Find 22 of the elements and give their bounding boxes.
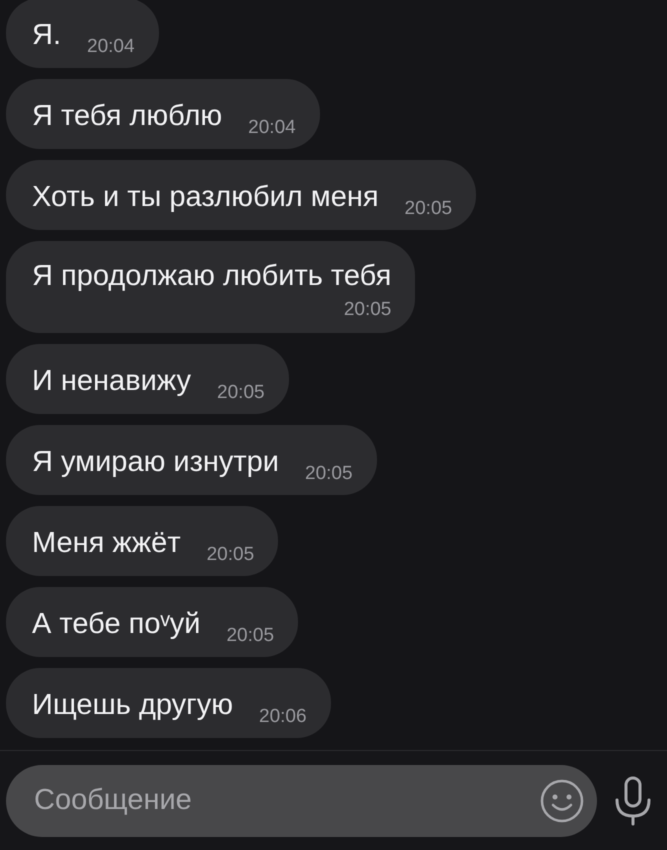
- message-input[interactable]: Сообщение: [32, 783, 539, 818]
- message-time: 20:05: [217, 382, 265, 404]
- message-text: Я умираю изнутри: [32, 445, 279, 479]
- message-text: Я.: [32, 18, 61, 52]
- message-text: А тебе поᵛуй: [32, 607, 200, 641]
- message-text: Хоть и ты разлюбил меня: [32, 180, 379, 214]
- message-text: Ищешь другую: [32, 688, 233, 722]
- message-time: 20:05: [305, 463, 353, 485]
- message-time: 20:06: [259, 706, 307, 728]
- message-time: 20:05: [404, 198, 452, 220]
- message-time: 20:05: [344, 299, 392, 321]
- message-time: 20:04: [248, 117, 296, 139]
- message-time: 20:05: [226, 625, 274, 647]
- microphone-icon[interactable]: [613, 776, 653, 826]
- message-field[interactable]: Сообщение: [6, 764, 597, 836]
- message-text: Я продолжаю любить тебя: [32, 259, 392, 293]
- message-text: Я тебя люблю: [32, 99, 222, 133]
- message-time: 20:05: [206, 544, 254, 566]
- emoji-icon[interactable]: [539, 778, 585, 824]
- message-time: 20:04: [87, 36, 135, 58]
- message-text: Меня жжёт: [32, 526, 181, 560]
- message-text: И ненавижу: [32, 364, 192, 398]
